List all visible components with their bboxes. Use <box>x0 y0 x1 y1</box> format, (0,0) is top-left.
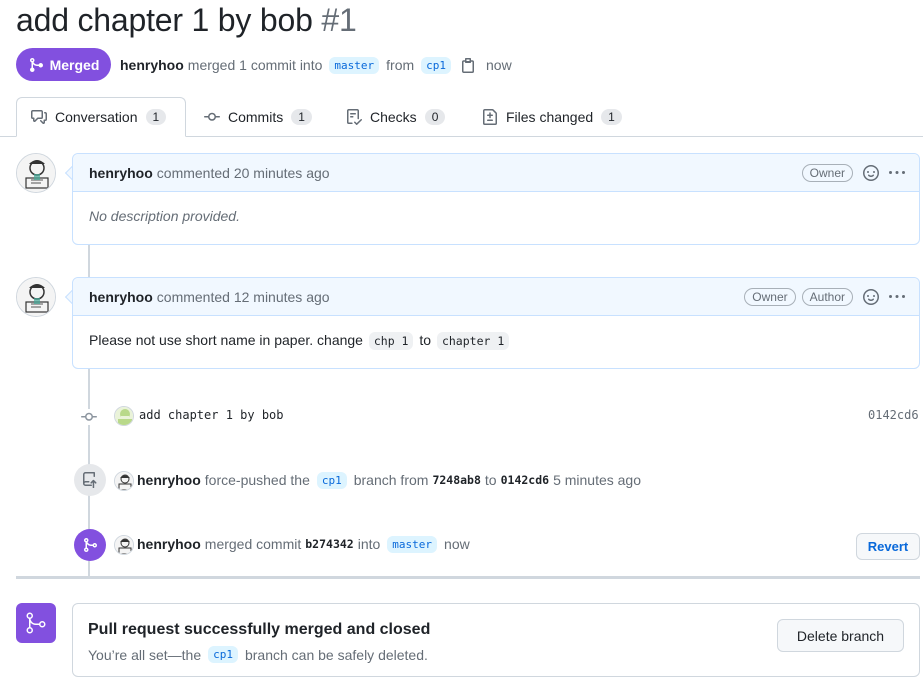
comment-discussion-icon <box>31 110 47 124</box>
branch-label[interactable]: cp1 <box>316 471 347 489</box>
event-time[interactable]: 5 minutes ago <box>553 472 641 488</box>
inline-code: chapter 1 <box>436 332 510 350</box>
comment-header: henryhoo commented 20 minutes ago Owner <box>73 154 919 192</box>
comment-action[interactable]: commented 12 minutes ago <box>157 289 330 305</box>
event-action: force-pushed the <box>204 472 310 488</box>
tab-label: Commits <box>228 109 284 125</box>
merged-state-badge: Merged <box>16 48 111 81</box>
repo-push-icon <box>74 464 106 496</box>
comment-author[interactable]: henryhoo <box>89 165 153 181</box>
commit-message[interactable]: add chapter 1 by bob <box>139 408 284 422</box>
merge-status-title: Pull request successfully merged and clo… <box>88 621 431 638</box>
inline-code: chp 1 <box>368 332 414 350</box>
git-merge-icon <box>16 603 56 643</box>
head-branch-label[interactable]: cp1 <box>421 56 452 74</box>
comment-text: Please not use short name in paper. chan… <box>89 332 363 348</box>
pr-title: add chapter 1 by bob #1 <box>16 2 357 39</box>
checklist-icon <box>347 109 362 125</box>
state-label: Merged <box>49 56 100 73</box>
git-commit-icon <box>204 112 220 121</box>
tab-count: 1 <box>291 109 312 125</box>
merge-desc-text: branch can be safely deleted. <box>244 646 428 663</box>
file-diff-icon <box>483 109 497 125</box>
event-author[interactable]: henryhoo <box>137 536 201 552</box>
avatar[interactable] <box>114 471 134 491</box>
old-sha[interactable]: 7248ab8 <box>432 473 480 487</box>
tab-label: Checks <box>370 109 417 125</box>
avatar[interactable] <box>16 277 56 317</box>
tab-files-changed[interactable]: Files changed 1 <box>468 97 636 137</box>
smiley-icon[interactable] <box>863 164 879 181</box>
comment-header: henryhoo commented 12 minutes ago Owner … <box>73 278 919 316</box>
tab-commits[interactable]: Commits 1 <box>190 97 326 137</box>
comment-card: henryhoo commented 20 minutes ago Owner … <box>72 153 920 245</box>
commit-sha[interactable]: 0142cd6 <box>868 408 919 422</box>
event-action: merged commit <box>204 536 302 552</box>
event-text: branch from <box>353 472 429 488</box>
comment-text: to <box>419 332 432 348</box>
revert-button[interactable]: Revert <box>856 533 920 560</box>
kebab-horizontal-icon[interactable] <box>889 289 905 305</box>
branch-label[interactable]: cp1 <box>208 646 238 663</box>
new-sha[interactable]: 0142cd6 <box>501 473 549 487</box>
merge-status-box: Pull request successfully merged and clo… <box>72 603 920 677</box>
timeline-end-divider <box>16 576 920 579</box>
git-commit-icon <box>81 409 97 425</box>
merge-status-desc: You’re all set—the cp1 branch can be saf… <box>88 646 428 663</box>
merge-desc-text: You’re all set—the <box>88 646 202 663</box>
avatar[interactable] <box>114 535 134 555</box>
tab-conversation[interactable]: Conversation 1 <box>16 97 186 137</box>
pr-number: #1 <box>321 2 357 38</box>
event-text: to <box>484 472 497 488</box>
commit-author-avatar[interactable] <box>114 406 134 426</box>
event-text: into <box>357 536 381 552</box>
branch-label[interactable]: master <box>387 535 438 553</box>
pr-meta: henryhoo merged 1 commit into master fro… <box>120 55 512 75</box>
pr-title-text: add chapter 1 by bob <box>16 2 313 38</box>
tab-count: 0 <box>424 109 446 125</box>
event-author[interactable]: henryhoo <box>137 472 201 488</box>
git-merge-icon <box>29 57 43 72</box>
copy-branch-icon[interactable] <box>460 57 476 73</box>
tab-label: Files changed <box>506 109 594 125</box>
pr-from-text: from <box>386 57 415 73</box>
kebab-horizontal-icon[interactable] <box>889 165 905 181</box>
git-merge-icon <box>74 529 106 561</box>
event-time[interactable]: now <box>444 536 470 552</box>
owner-label: Owner <box>744 287 796 306</box>
comment-body: Please not use short name in paper. chan… <box>73 316 919 364</box>
tab-count: 1 <box>601 109 622 125</box>
pr-merged-text: merged 1 commit into <box>187 57 323 73</box>
force-push-event: henryhoo force-pushed the cp1 branch fro… <box>137 470 641 490</box>
pr-time: now <box>486 57 512 73</box>
comment-card: henryhoo commented 12 minutes ago Owner … <box>72 277 920 369</box>
merge-sha[interactable]: b274342 <box>305 537 353 551</box>
merge-event: henryhoo merged commit b274342 into mast… <box>137 534 470 554</box>
comment-author[interactable]: henryhoo <box>89 289 153 305</box>
author-label: Author <box>801 287 853 306</box>
tab-count: 1 <box>145 109 167 125</box>
smiley-icon[interactable] <box>863 288 879 305</box>
pr-author-link[interactable]: henryhoo <box>120 57 184 73</box>
avatar[interactable] <box>16 153 56 193</box>
comment-action[interactable]: commented 20 minutes ago <box>157 165 330 181</box>
owner-label: Owner <box>801 163 853 182</box>
tab-label: Conversation <box>55 109 138 125</box>
delete-branch-button[interactable]: Delete branch <box>777 619 904 652</box>
comment-body: No description provided. <box>89 208 240 224</box>
base-branch-label[interactable]: master <box>329 56 380 74</box>
tab-checks[interactable]: Checks 0 <box>332 97 459 137</box>
